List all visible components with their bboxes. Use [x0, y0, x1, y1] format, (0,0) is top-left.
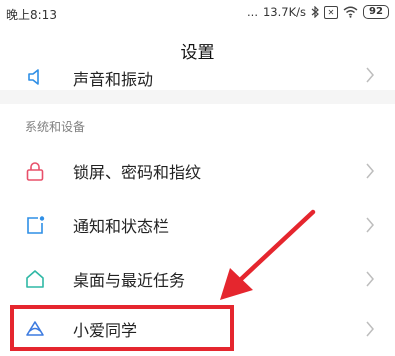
annotation-arrow — [220, 209, 316, 300]
